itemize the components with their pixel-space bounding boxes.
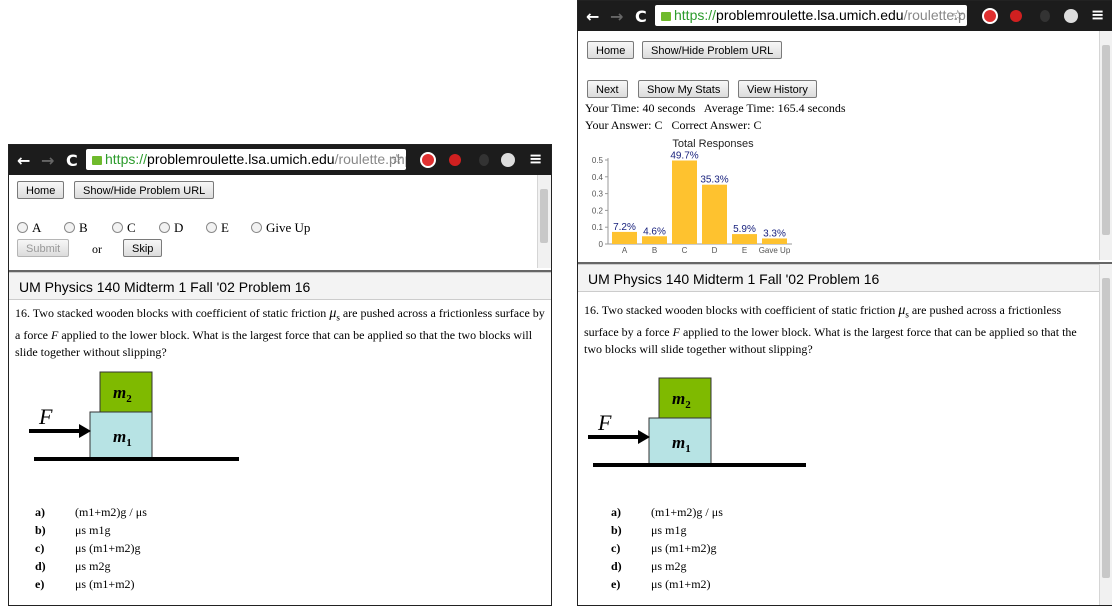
force-label: F [597,410,612,435]
choice-c[interactable]: C [112,220,136,236]
forward-icon[interactable]: → [610,7,623,26]
user-extension-icon[interactable] [1064,9,1078,23]
bar-a [612,231,637,244]
browser-toolbar: ← → C https://problemroulette.lsa.umich.… [9,145,551,175]
data-label: 4.6% [643,226,666,237]
browser-window-right: ← → C https://problemroulette.lsa.umich.… [577,0,1112,606]
y-tick-label: 0 [599,240,604,249]
problem-text: 16. Two stacked wooden blocks with coeff… [584,303,1077,357]
answer-e: e) μs (m1+m2) [35,577,135,591]
answer-c: c) μs (m1+m2)g [35,541,141,555]
answer-b: b) μs m1g [35,523,111,537]
choice-e[interactable]: E [206,220,229,236]
data-label: 7.2% [613,222,636,233]
blocks-figure: F m2 m1 [588,377,806,467]
show-my-stats-button[interactable]: Show My Stats [638,80,730,98]
problem-frame: UM Physics 140 Midterm 1 Fall '02 Proble… [578,264,1112,605]
results-scrollbar[interactable] [1099,31,1112,260]
responses-chart: Total Responses 0 0.1 0.2 0.3 0.4 0.5 7.2% A 4.… [592,138,792,255]
force-label: F [38,404,53,429]
skip-button[interactable]: Skip [123,239,163,257]
results-frame: Home Show/Hide Problem URL Next Show My … [578,31,1112,264]
x-tick-label: C [682,246,688,255]
back-icon[interactable]: ← [17,151,30,170]
problem-text: 16. Two stacked wooden blocks with coeff… [15,306,545,360]
time-stats: Your Time: 40 seconds Average Time: 165.… [585,101,846,115]
answer-c: c) μs (m1+m2)g [611,541,717,555]
stop-extension-icon[interactable] [420,152,436,168]
answer-a: a) (m1+m2)g / μs [611,505,723,519]
problem-frame: UM Physics 140 Midterm 1 Fall '02 Proble… [9,272,551,605]
bar-c [672,160,697,244]
x-tick-label: A [622,246,628,255]
stop-extension-icon[interactable] [982,8,998,24]
frame-scrollbar[interactable] [537,175,551,268]
answer-d: d) μs m2g [35,559,111,573]
answer-stats: Your Answer: C Correct Answer: C [585,118,762,132]
menu-icon[interactable]: ≡ [529,149,542,168]
star-icon[interactable]: ☆ [390,150,403,170]
submit-button[interactable]: Submit [17,239,70,257]
data-label: 35.3% [700,175,728,186]
bug-extension-icon[interactable] [449,154,461,166]
back-icon[interactable]: ← [586,7,599,26]
next-button[interactable]: Next [587,80,628,98]
x-tick-label: Gave Up [759,246,791,255]
forward-icon[interactable]: → [41,151,54,170]
answer-b: b) μs m1g [611,523,687,537]
choice-a[interactable]: A [17,220,41,236]
data-label: 5.9% [733,224,756,235]
answer-e: e) μs (m1+m2) [611,577,711,591]
x-tick-label: E [742,246,747,255]
bug-extension-icon[interactable] [1010,10,1022,22]
choice-d[interactable]: D [159,220,183,236]
bar-d [702,184,727,244]
arrow-head [79,424,91,438]
quiz-frame: Home Show/Hide Problem URL A B C D E Giv… [9,175,551,272]
lock-icon [92,156,102,165]
problem-title: UM Physics 140 Midterm 1 Fall '02 Proble… [9,272,551,300]
y-tick-label: 0.4 [592,173,604,182]
choice-b[interactable]: B [64,220,88,236]
show-hide-url-button[interactable]: Show/Hide Problem URL [74,181,215,199]
answer-d: d) μs m2g [611,559,687,573]
blocks-figure: F m2 m1 [29,371,239,461]
arrow-head [638,430,650,444]
x-tick-label: B [652,246,657,255]
browser-window-left: ← → C https://problemroulette.lsa.umich.… [8,144,552,606]
choice-give-up[interactable]: Give Up [251,220,310,236]
star-icon[interactable]: ☆ [951,6,964,26]
home-button[interactable]: Home [17,181,65,199]
lock-icon [661,12,671,21]
browser-toolbar: ← → C https://problemroulette.lsa.umich.… [578,1,1112,31]
show-hide-url-button[interactable]: Show/Hide Problem URL [642,41,783,59]
menu-icon[interactable]: ≡ [1091,5,1104,24]
y-tick-label: 0.5 [592,156,604,165]
data-label: 3.3% [763,228,786,239]
address-bar[interactable]: https://problemroulette.lsa.umich.edu/ro… [86,149,406,170]
y-tick-label: 0.2 [592,206,604,215]
home-button[interactable]: Home [587,41,635,59]
y-tick-label: 0.1 [592,223,604,232]
reload-icon[interactable]: C [635,7,647,26]
view-history-button[interactable]: View History [738,80,817,98]
user-extension-icon[interactable] [501,153,515,167]
lightning-icon[interactable] [1040,10,1050,22]
answer-a: a) (m1+m2)g / μs [35,505,147,519]
or-text: or [92,242,102,256]
x-tick-label: D [712,246,718,255]
chart-title: Total Responses [672,138,754,150]
data-label: 49.7% [670,151,698,162]
problem-title: UM Physics 140 Midterm 1 Fall '02 Proble… [578,264,1112,292]
bar-b [642,236,667,244]
lightning-icon[interactable] [479,154,489,166]
problem-scrollbar[interactable] [1099,264,1112,605]
bar-e [732,234,757,244]
reload-icon[interactable]: C [66,151,78,170]
address-bar[interactable]: https://problemroulette.lsa.umich.edu/ro… [655,5,967,26]
y-tick-label: 0.3 [592,190,604,199]
